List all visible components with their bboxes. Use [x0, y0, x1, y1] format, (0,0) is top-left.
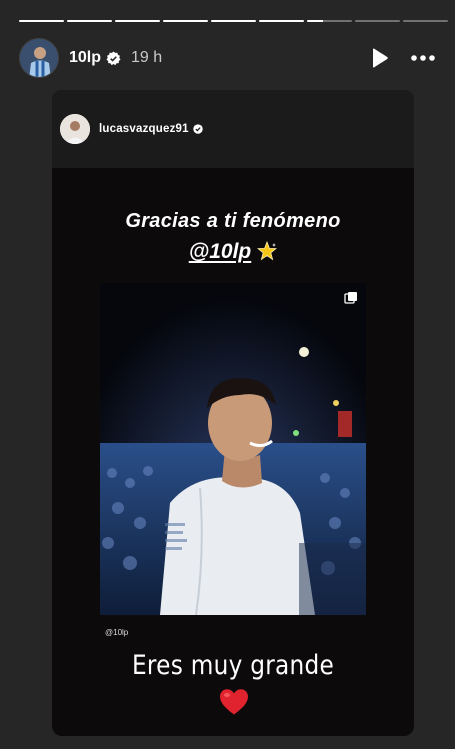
verified-badge-icon	[106, 50, 121, 65]
player-photo	[100, 283, 366, 615]
verified-badge-icon	[193, 124, 203, 134]
more-options-icon[interactable]	[410, 54, 436, 62]
story-header: 10lp 19 h	[19, 38, 436, 78]
story-caption-line: Gracias a ti fenómeno	[125, 210, 341, 232]
mention-link[interactable]: @10lp	[189, 240, 252, 263]
reposted-story-card[interactable]: lucasvazquez91 Gracias a ti fenómeno @10…	[52, 90, 414, 736]
story-progress-segment	[211, 20, 256, 22]
play-icon[interactable]	[368, 47, 390, 69]
shared-post-photo[interactable]	[100, 283, 366, 615]
red-heart-emoji-icon	[220, 689, 248, 715]
repost-username[interactable]: lucasvazquez91	[99, 123, 189, 135]
story-progress-segment	[163, 20, 208, 22]
glowing-star-emoji-icon	[257, 241, 278, 261]
story-mention-line: @10lp	[52, 240, 414, 264]
story-progress-segment	[67, 20, 112, 22]
story-progress-fill	[19, 20, 64, 22]
story-timestamp: 19 h	[131, 49, 163, 66]
avatar[interactable]	[19, 38, 59, 78]
story-progress-fill	[307, 20, 323, 22]
post-credit-handle[interactable]: @10lp	[105, 628, 128, 637]
story-progress-fill	[115, 20, 160, 22]
repost-avatar-image	[60, 114, 90, 144]
story-progress-segment	[403, 20, 448, 22]
avatar-image	[20, 39, 58, 77]
story-progress-segment	[307, 20, 352, 22]
story-progress-segment	[259, 20, 304, 22]
multiple-photos-icon	[344, 292, 357, 304]
story-progress-segment	[355, 20, 400, 22]
story-progress-fill	[259, 20, 304, 22]
story-progress-fill	[211, 20, 256, 22]
story-progress-fill	[163, 20, 208, 22]
repost-avatar[interactable]	[60, 114, 90, 144]
story-progress-segment	[19, 20, 64, 22]
story-progress-bar	[19, 20, 448, 23]
reposted-story-header: lucasvazquez91	[52, 90, 414, 168]
story-progress-fill	[67, 20, 112, 22]
story-caption-line: Eres muy grande	[131, 650, 335, 681]
story-progress-segment	[115, 20, 160, 22]
story-username[interactable]: 10lp	[69, 49, 101, 67]
